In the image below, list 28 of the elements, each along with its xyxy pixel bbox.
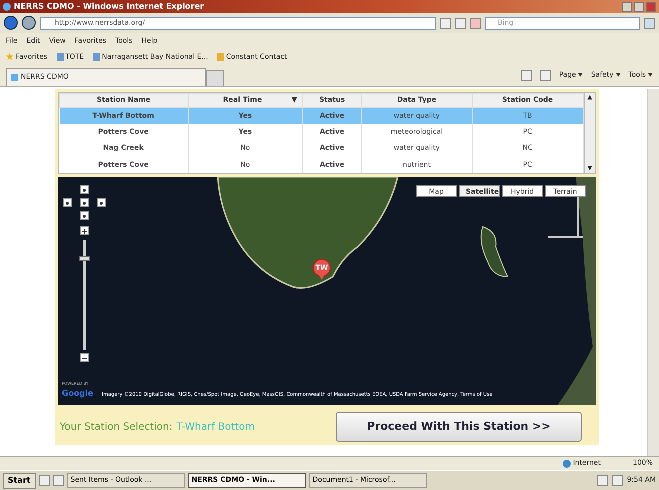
back-icon[interactable] — [4, 16, 18, 30]
search-icon[interactable] — [644, 18, 655, 28]
page-icon[interactable] — [56, 53, 64, 61]
stop-icon[interactable] — [470, 18, 481, 28]
browser-logo-icon — [3, 2, 11, 10]
forward-icon[interactable] — [22, 16, 36, 30]
selection-label: Your Station Selection: — [60, 420, 173, 434]
caret-icon[interactable] — [578, 73, 584, 78]
page-scrollbar[interactable] — [647, 89, 659, 456]
window-title: NERRS CDMO - Windows Internet Explorer — [14, 0, 204, 12]
start-button[interactable]: Start — [3, 472, 36, 488]
minimize-icon[interactable] — [622, 2, 632, 12]
new-tab-button[interactable] — [206, 70, 224, 86]
zoom-slider-thumb[interactable] — [79, 256, 90, 261]
globe-icon — [563, 460, 572, 468]
map-logo: Google — [62, 388, 94, 400]
caret-icon[interactable] — [616, 73, 621, 78]
zoom-in-icon[interactable] — [80, 226, 89, 235]
maximize-icon[interactable] — [634, 2, 644, 12]
caret-icon[interactable] — [648, 73, 653, 78]
close-icon[interactable] — [646, 2, 656, 12]
page-icon[interactable] — [217, 53, 224, 61]
proceed-button[interactable]: Proceed With This Station >> — [336, 412, 582, 442]
pan-center-icon[interactable] — [80, 198, 89, 207]
page-icon — [11, 74, 18, 81]
selection-value: T-Wharf Bottom — [176, 420, 255, 434]
zoom-out-icon[interactable] — [80, 353, 89, 362]
page-icon[interactable] — [93, 53, 100, 61]
